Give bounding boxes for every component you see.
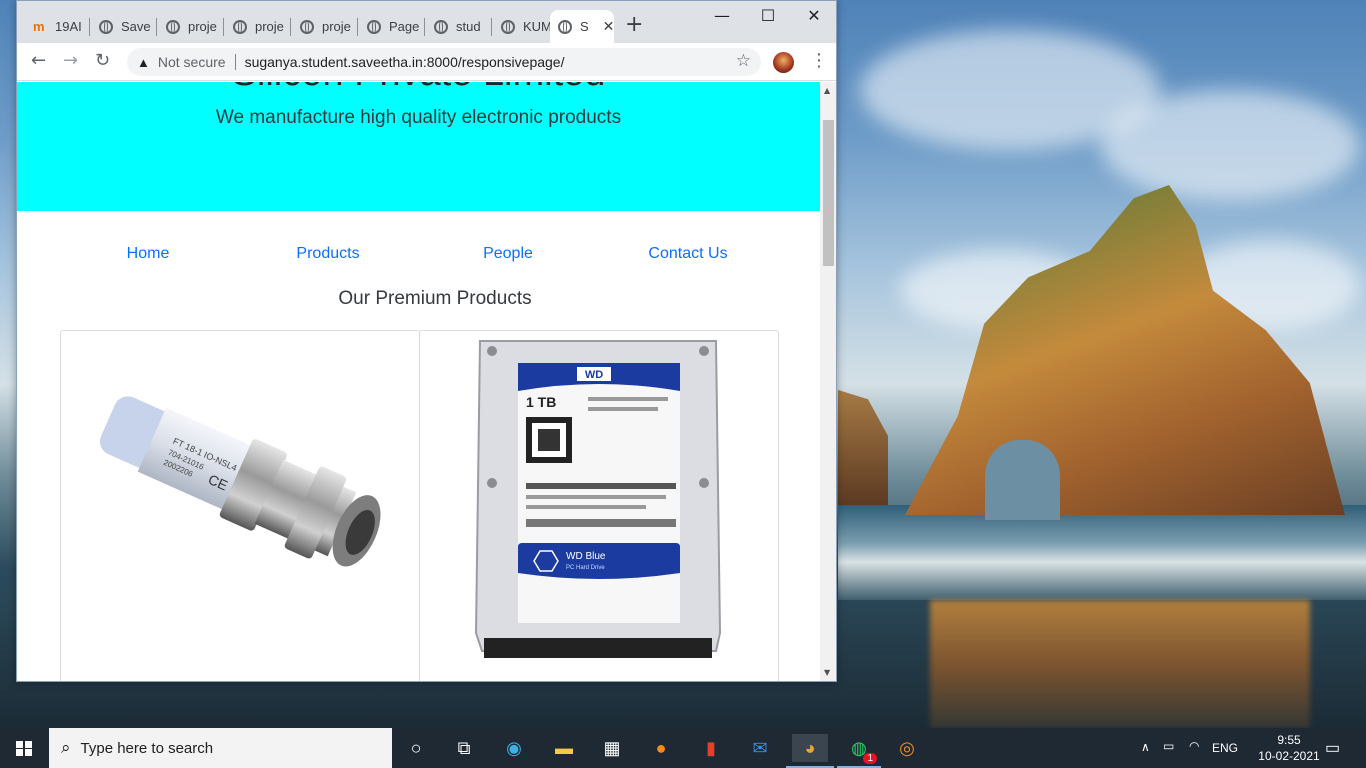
globe-icon bbox=[233, 19, 247, 34]
language-indicator[interactable]: ENG bbox=[1212, 741, 1238, 755]
office-icon[interactable]: ▮ bbox=[697, 734, 725, 762]
firefox-icon[interactable]: ● bbox=[647, 734, 675, 762]
tab-2[interactable]: Save bbox=[91, 10, 157, 43]
security-label[interactable]: Not secure bbox=[158, 54, 226, 70]
edge-icon[interactable]: ◉ bbox=[500, 734, 528, 762]
hdd-subtitle: PC Hard Drive bbox=[566, 565, 605, 571]
wifi-icon[interactable]: ◠ bbox=[1189, 739, 1199, 753]
tab-active[interactable]: S ✕ bbox=[550, 10, 614, 43]
browser-window: m 19AI Save proje proje proje Page stud bbox=[16, 0, 837, 682]
tab-label: proje bbox=[255, 19, 284, 34]
windows-logo-icon bbox=[16, 741, 32, 756]
new-tab-button[interactable]: + bbox=[625, 13, 643, 37]
close-tab-icon[interactable]: ✕ bbox=[603, 18, 614, 35]
sensor-image: FT 18-1 IO-NSL4 704-21016 2002206 CE bbox=[99, 396, 381, 567]
globe-icon bbox=[434, 19, 448, 34]
page-scrollbar[interactable]: ▲ ▼ bbox=[820, 82, 836, 681]
clock[interactable]: 9:55 10-02-2021 bbox=[1254, 732, 1324, 764]
globe-icon bbox=[558, 19, 572, 34]
nav-contact-link[interactable]: Contact Us bbox=[598, 245, 778, 263]
warning-icon[interactable]: ▲ bbox=[137, 55, 150, 70]
menu-kebab-icon[interactable]: ⋮ bbox=[810, 51, 828, 71]
product-card-hdd: WD 1 TB WD Blue PC Hard Drive bbox=[419, 330, 779, 681]
store-icon[interactable]: ▦ bbox=[598, 734, 626, 762]
tab-label: proje bbox=[322, 19, 351, 34]
globe-icon bbox=[99, 19, 113, 34]
time-text: 9:55 bbox=[1277, 733, 1301, 747]
tab-label: KUM bbox=[523, 19, 552, 34]
site-nav: Home Products People Contact Us bbox=[58, 245, 778, 263]
cortana-icon[interactable]: ○ bbox=[402, 734, 430, 762]
tab-8[interactable]: KUM bbox=[493, 10, 553, 43]
tab-label: Save bbox=[121, 19, 151, 34]
globe-icon bbox=[300, 19, 314, 34]
browser-toolbar: ← → ↻ ▲ Not secure suganya.student.savee… bbox=[17, 43, 836, 81]
url-text[interactable]: suganya.student.saveetha.in:8000/respons… bbox=[245, 54, 565, 70]
start-button[interactable] bbox=[0, 728, 48, 768]
search-icon: ⌕ bbox=[61, 738, 71, 757]
scroll-down-icon[interactable]: ▼ bbox=[824, 668, 830, 677]
globe-icon bbox=[501, 19, 515, 34]
maximize-button[interactable]: ☐ bbox=[745, 5, 791, 27]
hero-banner: Silicon Private Limited We manufacture h… bbox=[17, 82, 820, 211]
nav-people-link[interactable]: People bbox=[418, 245, 598, 263]
forward-arrow-icon[interactable]: → bbox=[63, 51, 78, 71]
notifications-icon[interactable]: ▭ bbox=[1325, 738, 1340, 758]
scrollbar-thumb[interactable] bbox=[823, 120, 834, 266]
globe-icon bbox=[166, 19, 180, 34]
tab-3[interactable]: proje bbox=[158, 10, 224, 43]
product-card-sensor: FT 18-1 IO-NSL4 704-21016 2002206 CE bbox=[60, 330, 420, 681]
tab-strip: m 19AI Save proje proje proje Page stud bbox=[17, 1, 836, 43]
hard-drive-image: WD 1 TB WD Blue PC Hard Drive bbox=[474, 340, 722, 658]
tab-6[interactable]: Page bbox=[359, 10, 425, 43]
date-text: 10-02-2021 bbox=[1258, 749, 1320, 763]
tab-4[interactable]: proje bbox=[225, 10, 291, 43]
task-view-icon[interactable]: ⧉ bbox=[450, 734, 478, 762]
hdd-capacity: 1 TB bbox=[526, 394, 556, 410]
notification-badge: 1 bbox=[863, 753, 877, 764]
chrome-icon[interactable]: ◕ bbox=[792, 734, 828, 762]
battery-icon[interactable]: ▭ bbox=[1163, 739, 1174, 753]
section-title: Our Premium Products bbox=[338, 288, 532, 309]
tab-label: proje bbox=[188, 19, 217, 34]
globe-icon bbox=[367, 19, 381, 34]
moodle-icon: m bbox=[33, 19, 45, 34]
hdd-brand: WD bbox=[585, 369, 603, 381]
tab-7[interactable]: stud bbox=[426, 10, 492, 43]
bookmark-star-icon[interactable]: ☆ bbox=[736, 51, 751, 71]
hdd-series: WD Blue bbox=[566, 551, 606, 562]
web-page: Silicon Private Limited We manufacture h… bbox=[17, 82, 820, 681]
tab-5[interactable]: proje bbox=[292, 10, 358, 43]
file-explorer-icon[interactable]: ▬ bbox=[550, 734, 578, 762]
profile-avatar[interactable] bbox=[773, 52, 794, 73]
chevron-up-icon[interactable]: ∧ bbox=[1141, 740, 1150, 754]
tab-label: Page bbox=[389, 19, 420, 34]
nav-products-link[interactable]: Products bbox=[238, 245, 418, 263]
address-bar[interactable]: ▲ Not secure suganya.student.saveetha.in… bbox=[127, 48, 761, 76]
tab-label: S bbox=[580, 19, 589, 34]
whatsapp-icon[interactable]: ◍ 1 bbox=[845, 734, 877, 764]
tab-label: 19AI bbox=[55, 19, 82, 34]
tab-label: stud bbox=[456, 19, 481, 34]
nav-home-link[interactable]: Home bbox=[58, 245, 238, 263]
hero-title: Silicon Private Limited bbox=[17, 82, 820, 95]
mail-icon[interactable]: ✉ bbox=[746, 734, 774, 762]
search-placeholder: Type here to search bbox=[80, 739, 214, 757]
taskbar-search[interactable]: ⌕ Type here to search bbox=[49, 728, 392, 768]
close-window-button[interactable]: ✕ bbox=[791, 5, 836, 27]
scroll-up-icon[interactable]: ▲ bbox=[824, 86, 830, 95]
tab-1[interactable]: m 19AI bbox=[25, 10, 90, 43]
reload-icon[interactable]: ↻ bbox=[95, 51, 110, 71]
hero-subtitle: We manufacture high quality electronic p… bbox=[215, 107, 622, 128]
back-arrow-icon[interactable]: ← bbox=[31, 51, 46, 71]
app-icon[interactable]: ◎ bbox=[893, 734, 921, 762]
minimize-button[interactable]: — bbox=[699, 5, 745, 27]
taskbar: ⌕ Type here to search ○ ⧉ ◉ ▬ ▦ ● ▮ ✉ ◕ … bbox=[0, 728, 1366, 768]
